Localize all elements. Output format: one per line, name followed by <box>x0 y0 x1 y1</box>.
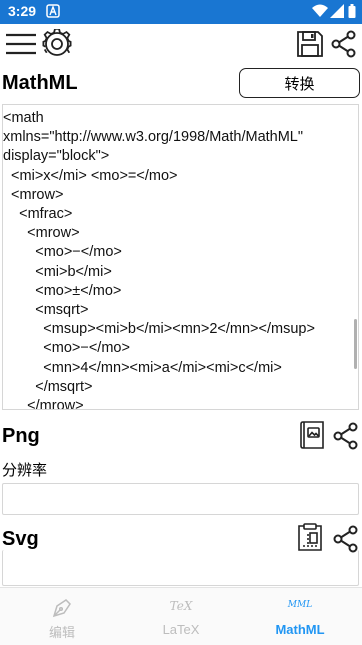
status-time: 3:29 <box>8 3 37 19</box>
status-bar: 3:29 <box>0 0 362 24</box>
nav-latex[interactable]: TeX LaTeX <box>121 588 241 645</box>
toolbar <box>0 24 362 64</box>
battery-icon <box>348 4 356 23</box>
gear-icon[interactable] <box>40 27 74 61</box>
bottom-nav: 编辑 TeX LaTeX MML MathML <box>0 587 362 645</box>
image-preview-icon[interactable] <box>297 420 327 450</box>
pen-nib-icon <box>2 597 122 624</box>
share-icon[interactable] <box>327 27 361 61</box>
mathml-title: MathML <box>2 72 78 94</box>
menu-icon[interactable] <box>4 27 38 61</box>
tex-icon: TeX <box>169 599 193 613</box>
resolution-label: 分辨率 <box>2 462 48 479</box>
convert-button[interactable]: 转换 <box>239 68 360 98</box>
editor-scrollbar[interactable] <box>354 319 357 369</box>
nav-edit[interactable]: 编辑 <box>2 588 122 645</box>
nav-mathml[interactable]: MML MathML <box>240 588 360 645</box>
mathml-code[interactable]: <math xmlns="http://www.w3.org/1998/Math… <box>3 109 358 409</box>
signal-icon <box>330 4 344 23</box>
clipboard-icon[interactable] <box>295 522 325 552</box>
mml-icon: MML <box>287 600 313 610</box>
png-share-icon[interactable] <box>331 421 361 451</box>
save-icon[interactable] <box>293 27 327 61</box>
svg-title: Svg <box>2 528 39 550</box>
wifi-icon <box>312 4 328 23</box>
svg-share-icon[interactable] <box>331 524 361 554</box>
svg-preview-area <box>2 550 359 586</box>
png-title: Png <box>2 425 40 447</box>
nav-latex-label: LaTeX <box>162 622 200 637</box>
mathml-editor[interactable]: <math xmlns="http://www.w3.org/1998/Math… <box>2 104 359 410</box>
a-app-icon <box>46 4 60 23</box>
resolution-input[interactable] <box>2 483 359 515</box>
nav-edit-label: 编辑 <box>48 625 75 640</box>
nav-mathml-label: MathML <box>275 622 325 637</box>
